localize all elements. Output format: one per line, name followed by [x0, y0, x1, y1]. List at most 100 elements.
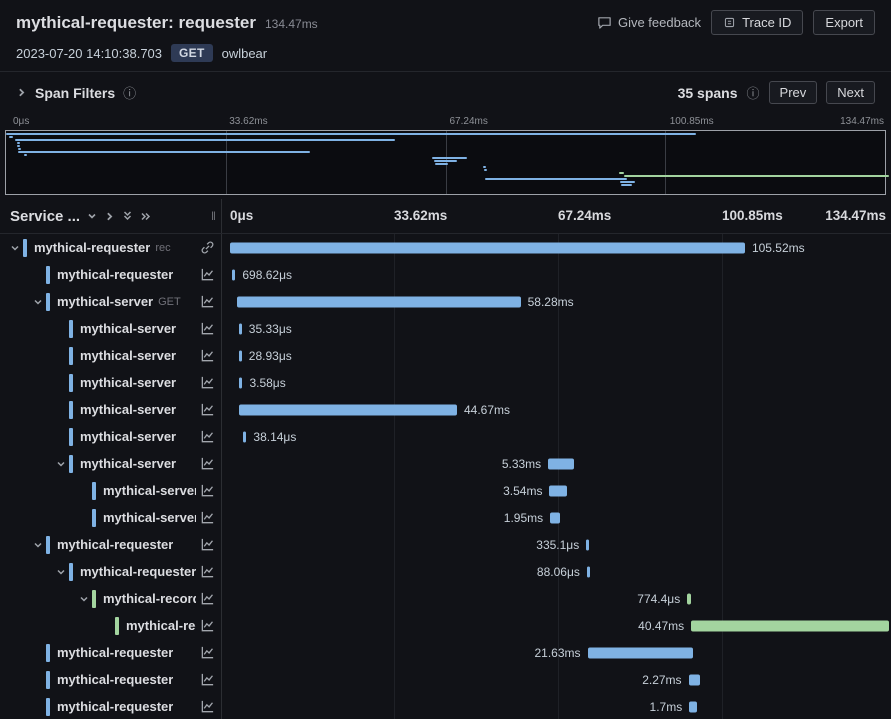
- span-filters-info-icon[interactable]: ⓘ: [123, 83, 136, 102]
- span-row[interactable]: mythical-server 3.58μs: [0, 369, 891, 396]
- span-timeline-cell: 38.14μs: [222, 423, 891, 450]
- span-bar[interactable]: [243, 431, 247, 442]
- span-row[interactable]: mythical-server 5.33ms: [0, 450, 891, 477]
- span-bar[interactable]: [239, 404, 457, 415]
- span-bar[interactable]: [236, 296, 521, 307]
- chart-icon[interactable]: [196, 564, 221, 579]
- chart-icon[interactable]: [196, 294, 221, 309]
- span-row[interactable]: mythical-server 3.54ms: [0, 477, 891, 504]
- span-row[interactable]: mythical-server 44.67ms: [0, 396, 891, 423]
- span-name-cell[interactable]: mythical-server: [0, 369, 222, 396]
- trace-id-button[interactable]: Trace ID: [711, 10, 804, 35]
- span-timeline-cell: 21.63ms: [222, 639, 891, 666]
- give-feedback-link[interactable]: Give feedback: [597, 15, 701, 30]
- span-bar[interactable]: [586, 566, 590, 577]
- span-row[interactable]: mythical-server 1.95ms: [0, 504, 891, 531]
- chart-icon[interactable]: [196, 429, 221, 444]
- span-bar[interactable]: [548, 458, 575, 469]
- chart-icon[interactable]: [196, 321, 221, 336]
- next-span-button[interactable]: Next: [826, 81, 875, 104]
- span-name-cell[interactable]: mythical-server: [0, 504, 222, 531]
- feedback-bubble-icon: [597, 15, 612, 30]
- span-bar[interactable]: [688, 674, 700, 685]
- row-collapse-chevron-icon[interactable]: [53, 459, 69, 469]
- span-row[interactable]: mythical-recorder 774.4μs: [0, 585, 891, 612]
- span-name-cell[interactable]: mythical-requester: [0, 639, 222, 666]
- chart-icon[interactable]: [196, 483, 221, 498]
- chart-icon[interactable]: [196, 267, 221, 282]
- expand-all-double-chevron-down-icon[interactable]: [122, 210, 133, 222]
- chart-icon[interactable]: [196, 591, 221, 606]
- row-collapse-chevron-icon[interactable]: [30, 540, 46, 550]
- span-name-cell[interactable]: mythical-requester: [0, 693, 222, 719]
- link-icon[interactable]: [196, 240, 221, 255]
- span-name-cell[interactable]: mythical-recorder: [0, 612, 222, 639]
- service-color-bar: [92, 589, 96, 608]
- span-name-cell[interactable]: mythical-recorder: [0, 585, 222, 612]
- span-count: 35 spans: [677, 84, 738, 101]
- span-name-cell[interactable]: mythical-server: [0, 396, 222, 423]
- span-name-cell[interactable]: mythical-requester rec: [0, 234, 222, 261]
- span-row[interactable]: mythical-server 28.93μs: [0, 342, 891, 369]
- span-bar[interactable]: [550, 512, 560, 523]
- minimap-viewport[interactable]: [5, 130, 889, 195]
- chart-icon[interactable]: [196, 699, 221, 714]
- chart-icon[interactable]: [196, 375, 221, 390]
- chart-icon[interactable]: [196, 645, 221, 660]
- span-bar[interactable]: [230, 242, 745, 253]
- collapse-one-chevron-right-icon[interactable]: [104, 211, 115, 222]
- column-resize-handle[interactable]: ‖: [211, 209, 217, 223]
- span-bar[interactable]: [238, 350, 242, 361]
- span-name-cell[interactable]: mythical-requester: [0, 531, 222, 558]
- chart-icon[interactable]: [196, 510, 221, 525]
- row-collapse-chevron-icon[interactable]: [7, 243, 23, 253]
- span-bar[interactable]: [587, 647, 694, 658]
- span-row[interactable]: mythical-requester 2.27ms: [0, 666, 891, 693]
- chart-icon[interactable]: [196, 402, 221, 417]
- span-name-cell[interactable]: mythical-requester: [0, 666, 222, 693]
- chart-icon[interactable]: [196, 348, 221, 363]
- span-filters-expand-chevron-icon[interactable]: [16, 87, 27, 98]
- span-bar[interactable]: [549, 485, 567, 496]
- span-row[interactable]: mythical-server 35.33μs: [0, 315, 891, 342]
- prev-span-button[interactable]: Prev: [768, 81, 818, 104]
- timeline-header-tick: 0μs: [230, 208, 254, 223]
- row-collapse-chevron-icon[interactable]: [76, 594, 92, 604]
- chart-icon[interactable]: [196, 672, 221, 687]
- span-bar[interactable]: [238, 323, 242, 334]
- span-name-cell[interactable]: mythical-requester: [0, 558, 222, 585]
- chart-icon[interactable]: [196, 537, 221, 552]
- span-row[interactable]: mythical-server 38.14μs: [0, 423, 891, 450]
- span-bar[interactable]: [586, 539, 590, 550]
- span-name-cell[interactable]: mythical-server: [0, 477, 222, 504]
- span-bar[interactable]: [231, 269, 236, 280]
- span-bar[interactable]: [691, 620, 889, 631]
- row-collapse-chevron-icon[interactable]: [53, 567, 69, 577]
- span-bar[interactable]: [689, 701, 698, 712]
- span-bar[interactable]: [687, 593, 692, 604]
- span-name-cell[interactable]: mythical-server: [0, 450, 222, 477]
- span-name-cell[interactable]: mythical-requester: [0, 261, 222, 288]
- span-name-cell[interactable]: mythical-server: [0, 423, 222, 450]
- span-row[interactable]: mythical-requester 698.62μs: [0, 261, 891, 288]
- minimap-span-bar: [18, 148, 22, 150]
- row-collapse-chevron-icon[interactable]: [30, 297, 46, 307]
- span-name-cell[interactable]: mythical-server: [0, 342, 222, 369]
- service-sort-chevron-down-icon[interactable]: [87, 211, 97, 221]
- span-count-info-icon[interactable]: ⓘ: [747, 83, 760, 102]
- span-row[interactable]: mythical-requester 335.1μs: [0, 531, 891, 558]
- export-button[interactable]: Export: [813, 10, 875, 35]
- span-row[interactable]: mythical-requester 21.63ms: [0, 639, 891, 666]
- span-name-cell[interactable]: mythical-server GET: [0, 288, 222, 315]
- span-row[interactable]: mythical-requester 1.7ms: [0, 693, 891, 719]
- span-row[interactable]: mythical-requester 88.06μs: [0, 558, 891, 585]
- chart-icon[interactable]: [196, 618, 221, 633]
- span-row[interactable]: mythical-requester rec 105.52ms: [0, 234, 891, 261]
- span-name-cell[interactable]: mythical-server: [0, 315, 222, 342]
- span-row[interactable]: mythical-server GET 58.28ms: [0, 288, 891, 315]
- span-bar[interactable]: [239, 377, 243, 388]
- collapse-all-double-chevron-right-icon[interactable]: [140, 211, 152, 222]
- span-row[interactable]: mythical-recorder 40.47ms: [0, 612, 891, 639]
- chart-icon[interactable]: [196, 456, 221, 471]
